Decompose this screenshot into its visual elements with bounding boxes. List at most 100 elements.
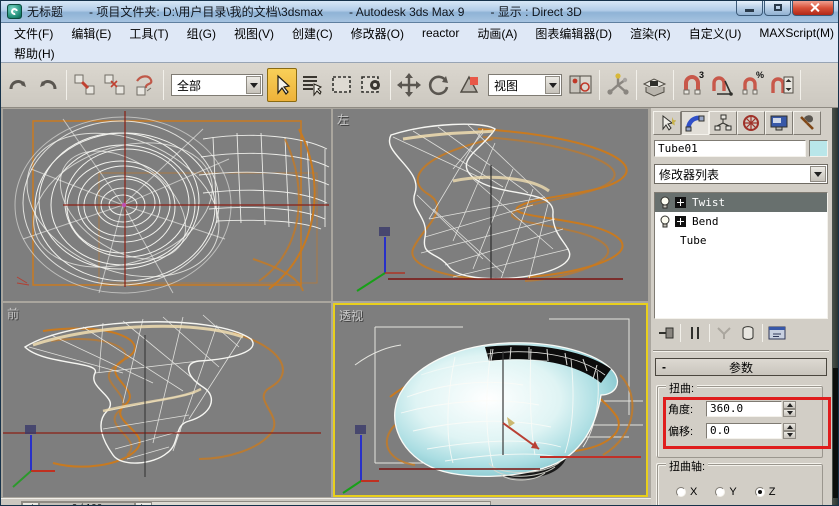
menu-file[interactable]: 文件(F) [5,25,62,42]
panel-scroll-thumb[interactable] [833,368,838,498]
bind-to-spacewarp-button[interactable] [130,68,160,102]
stack-item-tube[interactable]: Tube [655,231,827,250]
crossing-selection-button[interactable] [357,68,387,102]
percent-snap-button[interactable]: % [737,68,767,102]
object-color-swatch[interactable] [809,140,828,157]
object-name-field[interactable]: Tube01 [654,140,806,157]
menu-reactor[interactable]: reactor [413,26,468,40]
menu-modifiers[interactable]: 修改器(O) [342,25,413,42]
selection-filter-value: 全部 [177,78,202,93]
remove-modifier-button[interactable] [736,323,760,343]
minimize-button[interactable] [736,1,763,16]
rotate-icon [428,75,449,96]
pin-stack-button[interactable] [654,323,678,343]
menu-group[interactable]: 组(G) [178,25,225,42]
snaps-toggle-button[interactable]: 3 [677,68,707,102]
command-panel: Tube01 修改器列表 Twist Bend Tube - 参数 扭曲: 角度… [651,108,838,505]
unlink-button[interactable] [100,68,130,102]
prev-frame-button[interactable] [22,502,39,505]
angle-input[interactable]: 360.0 [706,400,782,417]
time-slider-handle[interactable]: 0 / 100 [39,502,135,505]
configure-modifier-sets-button[interactable] [765,323,789,343]
display-icon [770,115,788,131]
reference-coordinate-arrow-icon[interactable] [545,76,560,94]
rectangular-selection-button[interactable] [327,68,357,102]
radio-selected-icon [754,486,765,497]
tab-motion[interactable] [737,111,765,135]
menu-rendering[interactable]: 渲染(R) [621,25,680,42]
offset-spinner[interactable] [783,422,796,439]
next-frame-button[interactable] [135,502,152,505]
menu-graph-editors[interactable]: 图表编辑器(D) [526,25,621,42]
left-view-wireframe [356,123,628,292]
twist-group-label: 扭曲: [666,380,698,396]
viewport-front[interactable]: 前 [3,303,331,497]
modifier-list-arrow-icon[interactable] [810,166,826,182]
axis-z-radio[interactable]: Z [754,485,776,498]
axis-z-label: Z [768,485,776,498]
viewport-perspective[interactable]: 透视 [333,303,648,497]
remove-modifier-icon [742,326,754,340]
reference-coordinate-dropdown[interactable]: 视图 [488,74,562,96]
select-and-move-button[interactable] [394,68,424,102]
tab-create[interactable] [653,111,681,135]
viewport-left[interactable]: 左 [333,109,648,301]
make-unique-button[interactable] [712,323,736,343]
expand-plus-icon[interactable] [675,197,686,208]
use-pivot-center-button[interactable] [566,68,596,102]
redo-button[interactable] [33,68,63,102]
main-toolbar: 全部 视图 3 % [1,63,838,108]
layer-manager-icon [642,78,667,97]
select-by-name-icon [303,76,323,97]
menu-views[interactable]: 视图(V) [225,25,283,42]
menu-create[interactable]: 创建(C) [283,25,342,42]
selection-filter-dropdown[interactable]: 全部 [171,74,263,96]
menu-edit[interactable]: 编辑(E) [62,25,120,42]
expand-plus-icon[interactable] [675,216,686,227]
select-and-link-button[interactable] [70,68,100,102]
menu-animation[interactable]: 动画(A) [468,25,526,42]
select-object-button[interactable] [267,68,297,102]
maximize-button[interactable] [764,1,791,16]
axis-x-radio[interactable]: X [676,486,697,498]
axis-y-radio[interactable]: Y [715,486,737,498]
stack-item-bend[interactable]: Bend [655,212,827,231]
modifier-stack: Twist Bend Tube [654,192,828,319]
scale-icon [459,75,479,93]
stack-item-twist-label: Twist [692,196,726,209]
undo-button[interactable] [3,68,33,102]
select-and-manipulate-button[interactable] [603,68,633,102]
layer-manager-button[interactable] [640,68,670,102]
parameters-rollout-header[interactable]: - 参数 [655,358,827,376]
close-button[interactable] [792,1,834,16]
tab-hierarchy[interactable] [709,111,737,135]
menu-help[interactable]: 帮助(H) [5,45,64,62]
selection-filter-arrow-icon[interactable] [246,76,261,94]
angle-snap-button[interactable] [707,68,737,102]
percent-snap-label: % [755,70,764,80]
show-end-result-button[interactable] [683,323,707,343]
modify-icon [685,115,705,132]
tab-modify[interactable] [681,111,709,135]
select-by-name-button[interactable] [297,68,327,102]
spinner-snap-button[interactable] [767,68,797,102]
angle-spinner[interactable] [783,400,796,417]
tab-display[interactable] [765,111,793,135]
select-link-icon [74,74,95,95]
viewport-top[interactable] [3,109,331,301]
window-title: 无标题 - 项目文件夹: D:\用户目录\我的文档\3dsmax - Autodes… [27,3,608,20]
unlink-icon [104,74,125,95]
titlebar[interactable]: 无标题 - 项目文件夹: D:\用户目录\我的文档\3dsmax - Autodes… [1,1,838,23]
select-and-scale-button[interactable] [454,68,484,102]
time-slider-track[interactable]: 0 / 100 [21,501,491,505]
menu-maxscript[interactable]: MAXScript(M) [750,26,838,40]
tab-utilities[interactable] [793,111,821,135]
menu-tools[interactable]: 工具(T) [120,25,177,42]
pivot-center-icon [569,75,592,94]
menu-customize[interactable]: 自定义(U) [680,25,751,42]
select-and-rotate-button[interactable] [424,68,454,102]
stack-item-twist[interactable]: Twist [655,193,827,212]
modifier-list-dropdown[interactable]: 修改器列表 [654,164,828,184]
offset-input[interactable]: 0.0 [706,422,782,439]
create-icon [662,114,676,131]
